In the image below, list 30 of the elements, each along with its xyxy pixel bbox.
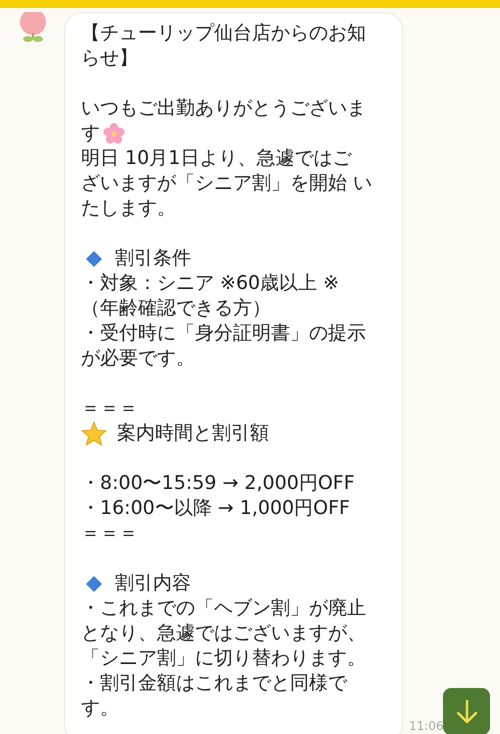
message-text: 案内時間と割引額 bbox=[117, 421, 269, 446]
message-text: ・16:00〜以降 → 1,000円OFF bbox=[81, 496, 350, 521]
message-text: ・対象：シニア ※60歳以上 ※ bbox=[81, 271, 340, 296]
message-text: ・割引金額はこれまでと同様で bbox=[81, 671, 347, 696]
message-text: が必要です。 bbox=[81, 346, 195, 371]
message-text: 明日 10月1日より、急遽ではご bbox=[81, 146, 352, 171]
message-text: （年齢確認できる方） bbox=[81, 296, 271, 321]
message-text: ＝＝＝ bbox=[81, 396, 138, 421]
message-text: ・受付時に「身分証明書」の提示 bbox=[81, 321, 366, 346]
message-text: ざいますが「シニア割」を開始 い bbox=[81, 171, 372, 196]
message-text: となり、急遽ではございますが、 bbox=[81, 621, 366, 646]
message-text: たします。 bbox=[81, 196, 176, 221]
message-text: 「シニア割」に切り替わります。 bbox=[81, 646, 366, 671]
message-text: す。 bbox=[81, 696, 119, 721]
star-icon bbox=[81, 421, 107, 446]
flower-icon bbox=[102, 122, 126, 146]
message-text: 割引内容 bbox=[115, 571, 191, 596]
message-text: ＝＝＝ bbox=[81, 521, 138, 546]
scroll-down-button[interactable] bbox=[443, 688, 490, 734]
diamond-icon bbox=[85, 574, 103, 592]
arrow-down-icon bbox=[454, 698, 478, 724]
message-text: いつもご出勤ありがとうございま bbox=[81, 96, 366, 121]
diamond-icon bbox=[85, 250, 103, 268]
message-text: 【チューリップ仙台店からのお知 bbox=[81, 21, 366, 46]
message-text: ・8:00〜15:59 → 2,000円OFF bbox=[81, 471, 355, 496]
message-text: らせ】 bbox=[81, 46, 138, 71]
message-text: 割引条件 bbox=[115, 246, 191, 271]
message-text: ・これまでの「ヘブン割」が廃止 bbox=[81, 596, 366, 621]
message-text: す bbox=[81, 121, 100, 146]
timestamp: 11:06 bbox=[409, 719, 444, 733]
